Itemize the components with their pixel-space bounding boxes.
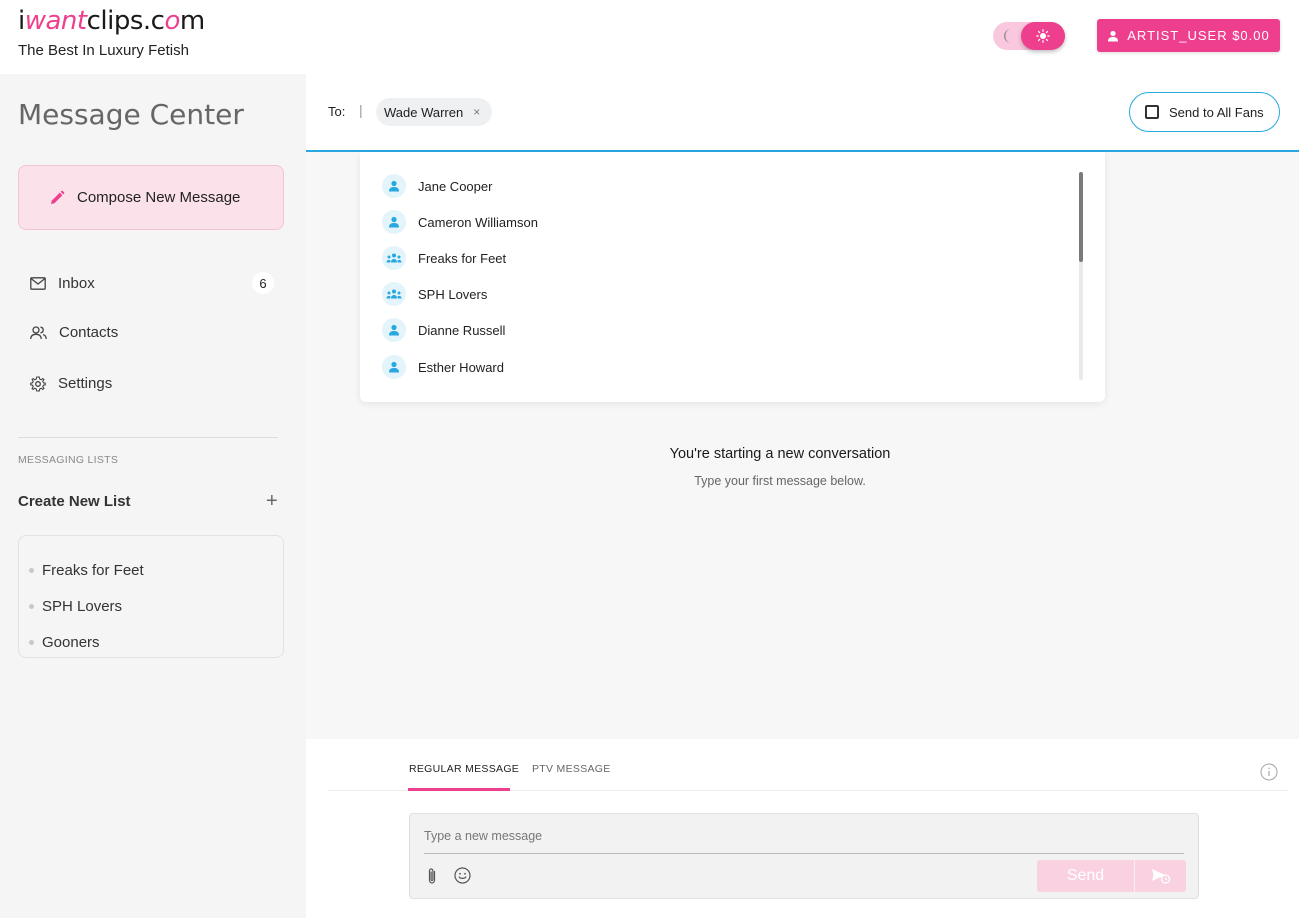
theme-toggle-knob[interactable] xyxy=(1021,22,1065,50)
schedule-send-button[interactable] xyxy=(1135,860,1186,892)
sidebar-item-label: Settings xyxy=(58,375,113,392)
message-composer: REGULAR MESSAGE PTV MESSAGE Type a new m… xyxy=(306,739,1299,918)
message-input-box[interactable]: Type a new message Send xyxy=(409,813,1199,899)
list-item-label: Freaks for Feet xyxy=(42,561,144,579)
pencil-icon xyxy=(49,190,65,206)
group-icon xyxy=(382,282,406,306)
to-label: To: xyxy=(328,104,346,119)
send-to-all-fans-toggle[interactable]: Send to All Fans xyxy=(1129,92,1280,132)
new-conversation-subtitle: Type your first message below. xyxy=(694,474,866,488)
messaging-lists: Freaks for Feet SPH Lovers Gooners xyxy=(18,535,284,658)
theme-toggle[interactable] xyxy=(993,22,1065,50)
list-item-label: Gooners xyxy=(42,633,100,651)
site-tagline: The Best In Luxury Fetish xyxy=(18,42,189,59)
sidebar-divider xyxy=(18,437,278,438)
emoji-icon[interactable] xyxy=(454,867,471,884)
suggestion-item[interactable]: Cameron Williamson xyxy=(382,210,538,234)
logo-highlight: want xyxy=(24,6,87,36)
message-input[interactable]: Type a new message xyxy=(424,829,542,843)
remove-recipient-button[interactable]: × xyxy=(473,105,480,119)
send-button-group: Send xyxy=(1037,860,1186,892)
sun-icon xyxy=(1036,29,1050,43)
suggestion-item[interactable]: SPH Lovers xyxy=(382,282,487,306)
user-account-label: ARTIST_USER $0.00 xyxy=(1127,28,1270,43)
active-tab-indicator xyxy=(408,788,510,791)
to-separator: | xyxy=(359,102,363,118)
suggestion-item[interactable]: Freaks for Feet xyxy=(382,246,506,270)
sidebar-item-settings[interactable]: Settings xyxy=(30,375,274,392)
conversation-area: Jane Cooper Cameron Williamson Freaks fo… xyxy=(306,152,1299,739)
checkbox[interactable] xyxy=(1145,105,1159,119)
top-header: iwantclips.com The Best In Luxury Fetish xyxy=(0,0,1299,74)
suggestion-item[interactable]: Dianne Russell xyxy=(382,318,505,342)
logo-suffix: clips.c xyxy=(86,6,165,36)
sidebar: Message Center Compose New Message Inbox… xyxy=(0,74,306,918)
suggestion-name: Jane Cooper xyxy=(418,178,493,194)
site-logo[interactable]: iwantclips.com xyxy=(18,6,205,36)
schedule-send-icon xyxy=(1151,868,1171,884)
compose-new-message-button[interactable]: Compose New Message xyxy=(18,165,284,230)
suggestion-name: Cameron Williamson xyxy=(418,214,538,230)
group-icon xyxy=(382,246,406,270)
bullet-dot xyxy=(29,603,34,609)
send-button[interactable]: Send xyxy=(1037,860,1134,892)
person-icon xyxy=(382,210,406,234)
inbox-count-badge: 6 xyxy=(252,272,274,294)
suggestion-name: Esther Howard xyxy=(418,359,504,375)
recipient-suggestions-dropdown: Jane Cooper Cameron Williamson Freaks fo… xyxy=(360,152,1105,402)
logo-prefix: i xyxy=(18,6,25,36)
suggestion-name: Dianne Russell xyxy=(418,322,506,338)
recipient-bar: To: | Wade Warren × Send to All Fans xyxy=(306,74,1299,152)
suggestion-name: SPH Lovers xyxy=(418,286,488,302)
user-account-button[interactable]: ARTIST_USER $0.00 xyxy=(1097,19,1280,52)
list-item[interactable]: SPH Lovers xyxy=(19,588,283,624)
logo-end: m xyxy=(179,6,205,36)
gear-icon xyxy=(30,375,46,392)
page-title: Message Center xyxy=(18,98,244,131)
dropdown-scrollbar[interactable] xyxy=(1079,172,1083,380)
info-icon[interactable] xyxy=(1260,763,1278,781)
person-icon xyxy=(382,318,406,342)
logo-play-o: o xyxy=(164,6,180,36)
recipient-chip[interactable]: Wade Warren × xyxy=(376,98,493,126)
list-item-label: SPH Lovers xyxy=(42,597,123,615)
compose-label: Compose New Message xyxy=(77,189,241,206)
suggestion-item[interactable]: Jane Cooper xyxy=(382,174,492,198)
create-new-list-label[interactable]: Create New List xyxy=(18,493,131,510)
tab-ptv-message[interactable]: PTV MESSAGE xyxy=(532,763,611,775)
person-icon xyxy=(382,174,406,198)
user-icon xyxy=(1107,30,1119,42)
sidebar-item-label: Contacts xyxy=(59,324,119,341)
suggestion-item[interactable]: Esther Howard xyxy=(382,355,504,379)
sidebar-item-label: Inbox xyxy=(58,274,95,292)
list-item[interactable]: Freaks for Feet xyxy=(19,552,283,588)
messaging-lists-heading: MESSAGING LISTS xyxy=(18,454,119,466)
tab-regular-message[interactable]: REGULAR MESSAGE xyxy=(409,763,519,775)
input-underline xyxy=(424,853,1184,854)
suggestion-name: Freaks for Feet xyxy=(418,250,507,266)
scrollbar-thumb[interactable] xyxy=(1079,172,1083,262)
contacts-icon xyxy=(30,325,47,340)
bullet-dot xyxy=(29,639,34,645)
moon-icon xyxy=(1001,27,1015,45)
send-to-all-fans-label: Send to All Fans xyxy=(1169,104,1264,120)
paperclip-icon[interactable] xyxy=(425,867,439,885)
recipient-chip-name: Wade Warren xyxy=(384,104,464,120)
new-conversation-title: You're starting a new conversation xyxy=(669,446,891,462)
sidebar-item-contacts[interactable]: Contacts xyxy=(30,324,274,341)
sidebar-item-inbox[interactable]: Inbox 6 xyxy=(30,272,274,294)
add-list-button[interactable]: + xyxy=(266,490,278,513)
bullet-dot xyxy=(29,567,34,573)
mail-icon xyxy=(30,276,46,290)
list-item[interactable]: Gooners xyxy=(19,624,283,660)
person-icon xyxy=(382,355,406,379)
